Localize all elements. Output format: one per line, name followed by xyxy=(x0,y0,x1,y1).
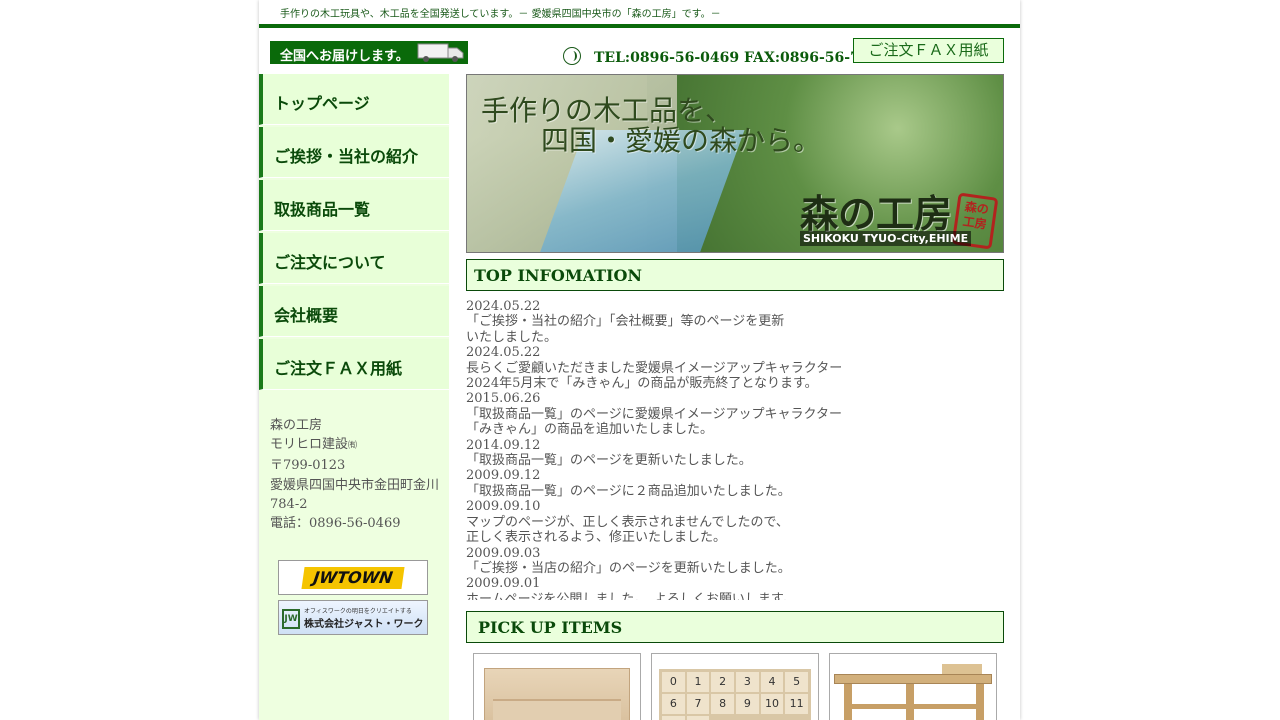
number-tile: 1 xyxy=(686,672,710,692)
nav-item-products[interactable]: 取扱商品一覧 xyxy=(259,180,449,231)
news-entry: 2009.09.01 ホームページを公開しました。 よろしくお願いします。 xyxy=(466,576,1004,600)
news-entry: 2015.06.26 「取扱商品一覧」のページに愛媛県イメージアップキャラクター… xyxy=(466,391,1004,437)
nav-item-fax-form[interactable]: ご注文ＦＡＸ用紙 xyxy=(259,339,449,390)
company-suffix: ㈲ xyxy=(348,441,358,452)
news-text: 「みきゃん」の商品を追加いたしました。 xyxy=(466,422,714,438)
number-tile: 3 xyxy=(735,672,759,692)
hero-image: 手作りの木工品を、 四国・愛媛の森から。 森の工房 森の工房 SHIKOKU T… xyxy=(466,74,1004,253)
street-address-2: 784-2 xyxy=(270,496,308,512)
number-tile: 6 xyxy=(662,694,685,714)
top-information-header: TOP INFOMATION xyxy=(466,259,1004,291)
delivery-banner: 全国へお届けします。 xyxy=(270,41,468,64)
justwork-banner[interactable]: JW オフィスワークの明日をクリエイトする 株式会社ジャスト・ワーク xyxy=(278,600,428,635)
news-entry: 2009.09.10 マップのページが、正しく表示されませんでしたので、 正しく… xyxy=(466,499,1004,545)
number-tile: 5 xyxy=(785,672,808,692)
nav-item-greeting[interactable]: ご挨拶・当社の紹介 xyxy=(259,127,449,178)
pickup-item-wooden-table[interactable] xyxy=(829,653,997,720)
shop-address: 森の工房 モリヒロ建設㈲ 〒799-0123 愛媛県四国中央市金田町金川 784… xyxy=(270,416,439,533)
news-text: 長らくご愛顧いただきました愛媛県イメージアップキャラクター xyxy=(466,360,843,376)
news-text: ホームページを公開しました。 よろしくお願いします。 xyxy=(466,591,796,600)
nav-item-top[interactable]: トップページ xyxy=(259,74,449,125)
pickup-item-number-puzzle[interactable]: 0 1 2 3 4 5 6 7 8 9 10 11 12 + xyxy=(651,653,819,720)
number-tile: 12 xyxy=(662,716,685,720)
table-part xyxy=(976,684,984,720)
pickup-item-wooden-blocks[interactable] xyxy=(473,653,641,720)
header-divider xyxy=(259,24,1020,28)
justwork-tagline: オフィスワークの明日をクリエイトする xyxy=(304,608,412,615)
number-tile: 8 xyxy=(711,694,734,714)
news-date: 2009.09.01 xyxy=(466,576,541,592)
news-date: 2009.09.12 xyxy=(466,468,541,484)
hero-slogan-line2: 四国・愛媛の森から。 xyxy=(541,124,822,157)
sidebar: トップページ ご挨拶・当社の紹介 取扱商品一覧 ご注文について 会社概要 ご注文… xyxy=(259,74,449,720)
news-text: 「ご挨拶・当社の紹介」「会社概要」等のページを更新 xyxy=(466,314,785,330)
news-date: 2015.06.26 xyxy=(466,391,541,407)
news-entry: 2024.05.22 長らくご愛顧いただきました愛媛県イメージアップキャラクター… xyxy=(466,345,1004,391)
news-text: 「取扱商品一覧」のページに２商品追加いたしました。 xyxy=(466,483,791,499)
number-tile: 2 xyxy=(711,672,734,692)
tel-fax-numbers: TEL:0896-56-0469 FAX:0896-56-7560 xyxy=(594,50,890,66)
fax-order-form-button[interactable]: ご注文ＦＡＸ用紙 xyxy=(853,38,1004,63)
delivery-banner-text: 全国へお届けします。 xyxy=(280,49,409,64)
company-name: モリヒロ建設㈲ xyxy=(270,435,439,456)
news-date: 2009.09.10 xyxy=(466,499,541,515)
news-text: 「取扱商品一覧」のページに愛媛県イメージアップキャラクター xyxy=(466,406,842,422)
news-text: 正しく表示されるよう、修正いたしました。 xyxy=(466,530,727,546)
news-date: 2014.09.12 xyxy=(466,437,541,453)
table-part xyxy=(844,704,984,709)
shop-phone: 電話：0896-56-0469 xyxy=(270,516,401,532)
news-text: 「ご挨拶・当店の紹介」のページを更新いたしました。 xyxy=(466,560,791,576)
news-entry: 2014.09.12 「取扱商品一覧」のページを更新いたしました。 xyxy=(466,438,1004,469)
news-entry: 2009.09.12 「取扱商品一覧」のページに２商品追加いたしました。 xyxy=(466,468,1004,499)
table-part xyxy=(942,664,982,674)
postal-code: 〒799-0123 xyxy=(270,458,346,474)
product-image xyxy=(484,668,630,720)
news-date: 2024.05.22 xyxy=(466,345,541,361)
news-date: 2009.09.03 xyxy=(466,545,541,561)
truck-icon xyxy=(417,43,464,62)
number-tile: 9 xyxy=(735,694,759,714)
product-image: 0 1 2 3 4 5 6 7 8 9 10 11 12 + xyxy=(659,669,811,720)
news-entry: 2009.09.03 「ご挨拶・当店の紹介」のページを更新いたしました。 xyxy=(466,546,1004,577)
number-tile: + xyxy=(686,716,710,720)
nav-item-company[interactable]: 会社概要 xyxy=(259,286,449,337)
news-entry: 2024.05.22 「ご挨拶・当社の紹介」「会社概要」等のページを更新 いたし… xyxy=(466,299,1004,345)
street-address-1: 愛媛県四国中央市金田町金川 xyxy=(270,477,440,493)
company-name-text: モリヒロ建設 xyxy=(270,437,349,453)
news-text: 「取扱商品一覧」のページを更新いたしました。 xyxy=(466,453,752,469)
number-tile: 4 xyxy=(760,672,784,692)
table-part xyxy=(834,674,992,684)
news-text: いたしました。 xyxy=(466,329,558,345)
jwtown-logo: JWTOWN xyxy=(301,567,405,589)
number-tile: 0 xyxy=(662,672,685,692)
product-image xyxy=(830,664,996,720)
justwork-name: 株式会社ジャスト・ワーク xyxy=(304,619,424,630)
justwork-logo-icon: JW xyxy=(282,609,300,629)
hero-city: SHIKOKU TYUO-City,EHIME xyxy=(800,231,972,246)
hero-logo: 森の工房 xyxy=(800,191,953,236)
nav-item-ordering[interactable]: ご注文について xyxy=(259,233,449,284)
news-text: 2024年5月末で「みきゃん」の商品が販売終了となります。 xyxy=(466,376,818,392)
news-date: 2024.05.22 xyxy=(466,299,541,314)
shop-name: 森の工房 xyxy=(270,418,323,433)
phone-icon xyxy=(563,47,581,65)
number-tile: 11 xyxy=(785,694,808,714)
site-tagline: 手作りの木工玩具や、木工品を全国発送しています。－ 愛媛県四国中央市の「森の工房… xyxy=(280,9,721,20)
number-tile: 7 xyxy=(686,694,710,714)
table-part xyxy=(844,684,852,720)
table-part xyxy=(906,684,914,720)
jwtown-banner[interactable]: JWTOWN xyxy=(278,560,428,595)
pickup-items-header: PICK UP ITEMS xyxy=(466,611,1004,643)
page: 手作りの木工玩具や、木工品を全国発送しています。－ 愛媛県四国中央市の「森の工房… xyxy=(259,0,1020,720)
number-tile: 10 xyxy=(760,694,784,714)
news-text: マップのページが、正しく表示されませんでしたので、 xyxy=(466,514,789,530)
news-list[interactable]: 2024.05.22 「ご挨拶・当社の紹介」「会社概要」等のページを更新 いたし… xyxy=(466,299,1004,600)
